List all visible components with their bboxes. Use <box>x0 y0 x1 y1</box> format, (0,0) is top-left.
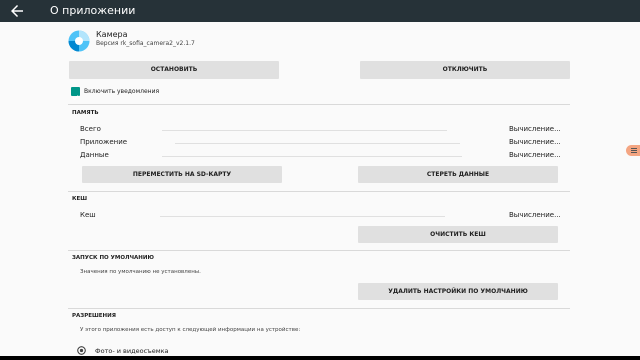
memory-app-value: Вычисление... <box>509 138 561 146</box>
camera-app-icon <box>68 30 90 52</box>
menu-line <box>631 152 637 153</box>
back-arrow-icon[interactable] <box>8 2 26 20</box>
cache-label: Кеш <box>80 211 96 219</box>
divider <box>68 191 570 192</box>
menu-line <box>631 148 637 149</box>
memory-data-label: Данные <box>80 151 109 159</box>
defaults-note: Значения по умолчанию не установлены. <box>80 269 201 275</box>
permissions-note: У этого приложения есть доступ к следующ… <box>80 327 301 333</box>
camera-icon <box>77 346 86 355</box>
section-title-memory: ПАМЯТЬ <box>72 110 99 116</box>
page-title: О приложении <box>50 4 136 17</box>
notifications-label: Включить уведомления <box>84 88 160 95</box>
memory-total-value: Вычисление... <box>509 125 561 133</box>
clear-cache-button[interactable]: ОЧИСТИТЬ КЕШ <box>358 226 558 243</box>
cache-bar <box>160 216 445 217</box>
app-bar: О приложении <box>0 0 640 22</box>
memory-total-label: Всего <box>80 125 101 133</box>
notifications-checkbox[interactable] <box>71 87 80 101</box>
cache-value: Вычисление... <box>509 211 561 219</box>
section-title-permissions: РАЗРЕШЕНИЯ <box>72 313 116 319</box>
floating-menu-handle[interactable] <box>626 145 640 156</box>
divider <box>68 104 570 105</box>
section-title-defaults: ЗАПУСК ПО УМОЛЧАНИЮ <box>72 255 154 261</box>
disable-button[interactable]: ОТКЛЮЧИТЬ <box>360 61 570 79</box>
clear-data-button[interactable]: СТЕРЕТЬ ДАННЫЕ <box>358 166 558 183</box>
move-to-sd-button[interactable]: ПЕРЕМЕСТИТЬ НА SD-КАРТУ <box>82 166 282 183</box>
check-icon <box>72 95 79 101</box>
app-name: Камера <box>96 30 128 39</box>
memory-app-bar <box>175 143 460 144</box>
memory-app-label: Приложение <box>80 138 128 146</box>
menu-line <box>631 150 637 151</box>
force-stop-button[interactable]: ОСТАНОВИТЬ <box>69 61 279 79</box>
clear-defaults-button[interactable]: УДАЛИТЬ НАСТРОЙКИ ПО УМОЛЧАНИЮ <box>358 283 558 300</box>
divider <box>68 308 570 309</box>
section-title-cache: КЕШ <box>72 196 88 202</box>
divider <box>68 250 570 251</box>
app-version: Версия rk_sofia_camera2_v2.1.7 <box>96 40 195 47</box>
bottom-edge <box>0 356 640 360</box>
memory-data-value: Вычисление... <box>509 151 561 159</box>
memory-total-bar <box>162 130 447 131</box>
memory-data-bar <box>162 156 462 157</box>
permission-camera-label: Фото- и видеосъемка <box>95 347 169 355</box>
